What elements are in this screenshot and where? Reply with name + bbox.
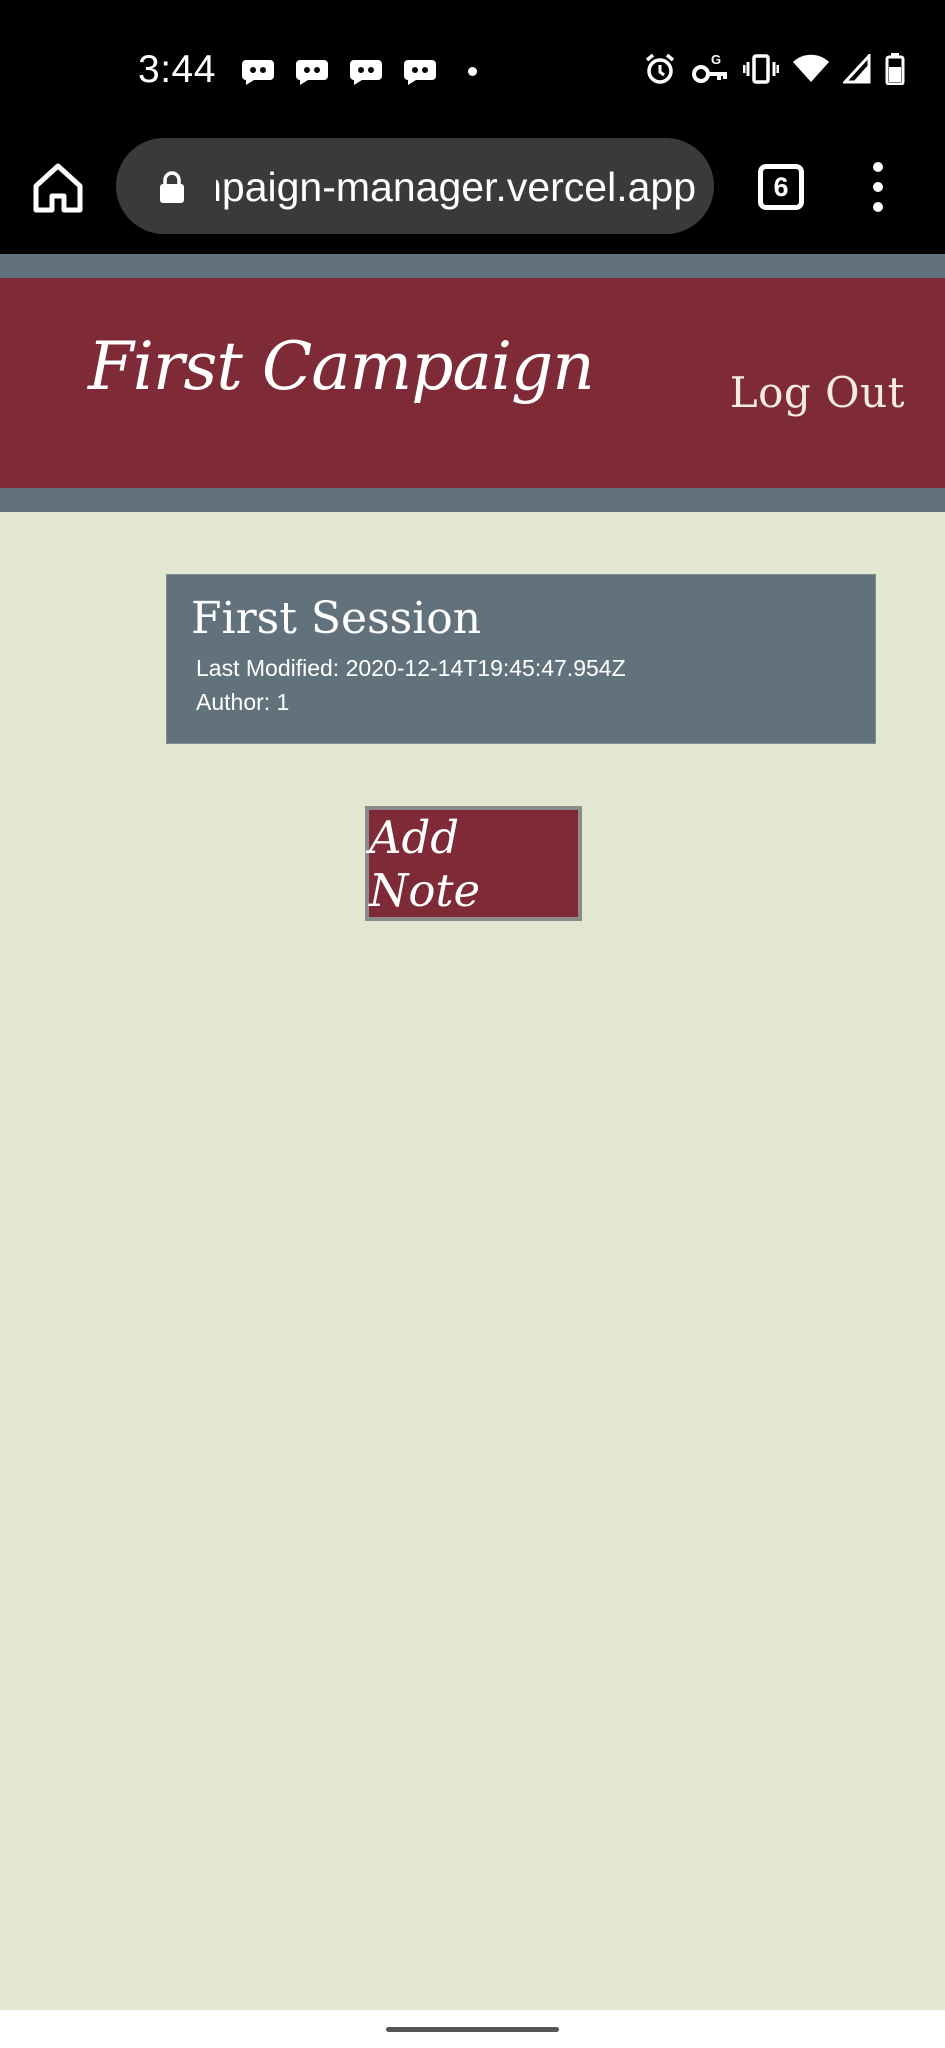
session-card[interactable]: First Session Last Modified: 2020-12-14T… xyxy=(166,574,876,744)
logout-link[interactable]: Log Out xyxy=(730,368,905,417)
browser-toolbar: campaign-manager.vercel.app 6 xyxy=(0,118,945,254)
discord-icon xyxy=(404,60,436,85)
system-icons: G xyxy=(643,52,905,86)
wifi-icon xyxy=(793,54,829,82)
svg-text:G: G xyxy=(711,52,721,67)
signal-icon xyxy=(843,54,871,84)
more-options-menu-icon[interactable] xyxy=(860,162,896,212)
vpn-key-icon: G xyxy=(692,52,727,83)
session-title[interactable]: First Session xyxy=(191,593,481,644)
vibrate-icon xyxy=(743,54,779,84)
more-notifications-dot-icon xyxy=(468,66,477,76)
discord-icon xyxy=(296,60,328,85)
discord-icon xyxy=(242,60,274,85)
add-note-button[interactable]: Add Note xyxy=(365,806,582,921)
lock-icon xyxy=(160,171,184,203)
url-value: campaign-manager.vercel.app xyxy=(216,164,696,210)
gesture-navigation-bar xyxy=(0,2010,945,2048)
url-text[interactable]: campaign-manager.vercel.app xyxy=(216,164,696,210)
notification-icons xyxy=(240,56,477,86)
session-last-modified: Last Modified: 2020-12-14T19:45:47.954Z xyxy=(196,655,626,681)
battery-icon xyxy=(885,53,905,85)
tab-switcher-button[interactable]: 6 xyxy=(758,164,804,210)
status-time: 3:44 xyxy=(138,48,216,91)
url-bar[interactable]: campaign-manager.vercel.app xyxy=(116,138,714,234)
campaign-title: First Campaign xyxy=(88,328,595,405)
home-icon[interactable] xyxy=(30,160,86,216)
home-indicator[interactable] xyxy=(386,2027,559,2032)
session-author: Author: 1 xyxy=(196,689,290,715)
discord-icon xyxy=(350,60,382,85)
app-header-band: First Campaign Log Out xyxy=(0,278,945,488)
app-header: First Campaign Log Out xyxy=(0,254,945,512)
alarm-icon xyxy=(645,53,675,84)
